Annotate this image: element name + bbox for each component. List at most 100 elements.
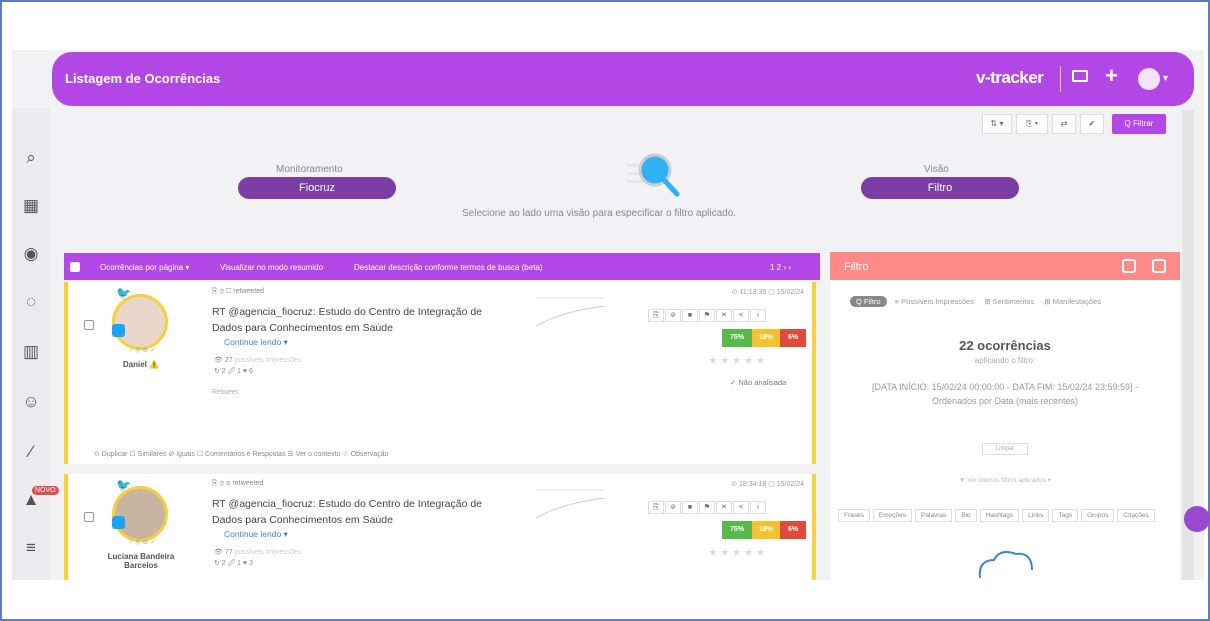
card-checkbox[interactable] [84,320,94,330]
monitoring-select[interactable]: Fiocruz [238,177,396,199]
chip-frases[interactable]: Frases [838,509,870,522]
filter-description: [DATA INÍCIO: 15/02/24 00:00:00 - DATA F… [872,382,1138,406]
share-icon[interactable]: < [733,309,749,322]
vision-label: Visão [924,164,949,175]
tab-filtro[interactable]: Q Filtro [850,296,887,307]
page-title: Listagem de Ocorrências [65,71,221,86]
user-avatar[interactable] [1138,68,1160,90]
author-icons: ♂ ⚲ ⊕ ✓ [128,347,156,354]
filter-tabs: Q Filtro ≡ Possíveis Impressões ⊞ Sentim… [850,296,1109,307]
eye-icon[interactable]: ◉ [19,242,43,266]
dashboard-icon[interactable]: ▦ [19,194,43,218]
analysis-status[interactable]: ✓ Não analisada [730,378,786,387]
close-icon[interactable]: ✕ [716,501,732,514]
author-name[interactable]: Luciana Bandeira Barcelos [92,552,190,570]
copy-icon[interactable]: ⎘ [648,309,664,322]
profile-badge-icon [112,324,125,337]
add-icon[interactable]: + [1105,64,1118,88]
highlight-link[interactable]: Destacar descrição conforme termos de bu… [354,263,543,272]
profile-badge-icon [112,516,125,529]
flag-icon[interactable]: ⚑ [699,501,715,514]
sentiment-positive: 75% [722,329,752,347]
filter-button[interactable]: Q Filtrar [1112,114,1166,134]
card-stats: 👁 27 possíveis impressões ↻ 2 🖉 1 ♥ 6 [214,355,302,377]
edit-icon[interactable] [1122,259,1136,273]
pagination[interactable]: 1 2 › › [770,263,791,272]
app: Listagem de Ocorrências v-tracker + ▾ ⌕ … [12,50,1204,580]
mail-icon[interactable] [1072,70,1088,82]
check-button[interactable]: ✔ [1080,114,1104,134]
copy-icon[interactable]: ⎘ [648,501,664,514]
card-checkbox[interactable] [84,512,94,522]
chip-palavras[interactable]: Palavras [914,509,953,522]
network-label: Retweet [212,389,238,396]
card-date: ⊙ 11:13:35 ▢ 15/02/24 [731,289,804,296]
cloud-icon [978,551,1033,578]
magnifier-icon [627,153,680,197]
author-icons: ♂ ⚲ ⊕ ✓ [128,539,156,546]
impressions-label: possíveis impressões [234,549,302,556]
swap-button[interactable]: ⇄ [1052,114,1076,134]
author-avatar[interactable] [112,486,168,542]
chip-grupos[interactable]: Grupos [1081,509,1115,522]
clear-button[interactable]: Limpar [982,443,1028,455]
author-avatar[interactable] [112,294,168,350]
chat-launcher-icon[interactable] [1184,506,1210,532]
impressions-label: possíveis impressões [234,357,302,364]
block-icon[interactable]: ⊘ [665,309,681,322]
continue-reading-link[interactable]: Continue lendo ▾ [224,337,288,348]
author-name[interactable]: Daniel ⚠️ [92,360,190,369]
filter-panel-title: Filtro [844,261,869,273]
per-page-dropdown[interactable]: Ocorrências por página ▾ [100,263,189,272]
occurrence-count: 22 ocorrências [959,338,1051,353]
tag-icon[interactable]: ■ [682,501,698,514]
info-icon[interactable]: i [750,501,766,514]
rating-stars[interactable]: ★★★★★ [708,354,767,367]
screenshot-frame: Listagem de Ocorrências v-tracker + ▾ ⌕ … [0,0,1210,621]
chip-emocoes[interactable]: Emoções [872,509,912,522]
sort-button[interactable]: ⇅ ▾ [982,114,1012,134]
tab-manifestations[interactable]: ⊞ Manifestações [1044,297,1101,306]
select-all-checkbox[interactable] [70,262,80,272]
sentiment-negative: 6% [780,521,806,539]
menu-icon[interactable]: ≡ [19,536,43,560]
user-icon[interactable]: ☺ [19,390,43,414]
info-icon[interactable]: i [750,309,766,322]
chip-tags[interactable]: Tags [1052,509,1079,522]
chip-links[interactable]: Links [1022,509,1050,522]
tab-impressions[interactable]: ≡ Possíveis Impressões [895,297,974,306]
chip-bio[interactable]: Bio [955,509,977,522]
flag-icon[interactable]: ⚑ [699,309,715,322]
close-icon[interactable]: ✕ [716,309,732,322]
wand-icon[interactable]: ⁄ [19,440,43,464]
card-actions: ⎘ ⊘ ■ ⚑ ✕ < i [648,496,767,514]
vision-select[interactable]: Filtro [861,177,1019,199]
engagement-counts: ↻ 2 🖉 1 ♥ 3 [214,560,253,567]
previous-filters-link[interactable]: ▼ Ver últimos filtros aplicados ▾ [830,476,1180,484]
share-icon[interactable]: < [733,501,749,514]
card-meta: ⎘ ⊘ ☐ retweeted [212,288,265,295]
rating-stars[interactable]: ★★★★★ [708,546,767,559]
export-button[interactable]: ⎘ ▾ [1016,114,1048,134]
sparkline [535,489,605,519]
chat-icon[interactable]: ◌ [19,290,43,314]
bar-chart-icon[interactable]: ▥ [19,340,43,364]
block-icon[interactable]: ⊘ [665,501,681,514]
tag-icon[interactable]: ■ [682,309,698,322]
search-icon[interactable]: ⌕ [19,146,43,170]
card-footer-actions[interactable]: ⊙ Duplicar ☐ Similares ⊘ Iguais ☐ Coment… [94,450,388,458]
summary-mode-link[interactable]: Visualizar no modo resumido [220,263,323,272]
chip-citacoes[interactable]: Citações [1117,509,1155,522]
tab-sentiments[interactable]: ⊞ Sentimentos [984,297,1034,306]
chip-hashtags[interactable]: Hashtags [979,509,1020,522]
sentiment-positive: 75% [722,521,752,539]
sentiment-bar: 75% 18% 6% [722,326,806,347]
refresh-icon[interactable] [1152,259,1166,273]
card-actions: ⎘ ⊘ ■ ⚑ ✕ < i [648,304,767,322]
impressions-count: 👁 27 [214,357,233,364]
header-divider [1060,66,1061,92]
filter-panel-header: Filtro [830,252,1180,280]
continue-reading-link[interactable]: Continue lendo ▾ [224,529,288,540]
chevron-down-icon[interactable]: ▾ [1163,73,1168,84]
monitoring-label: Monitoramento [276,164,343,175]
